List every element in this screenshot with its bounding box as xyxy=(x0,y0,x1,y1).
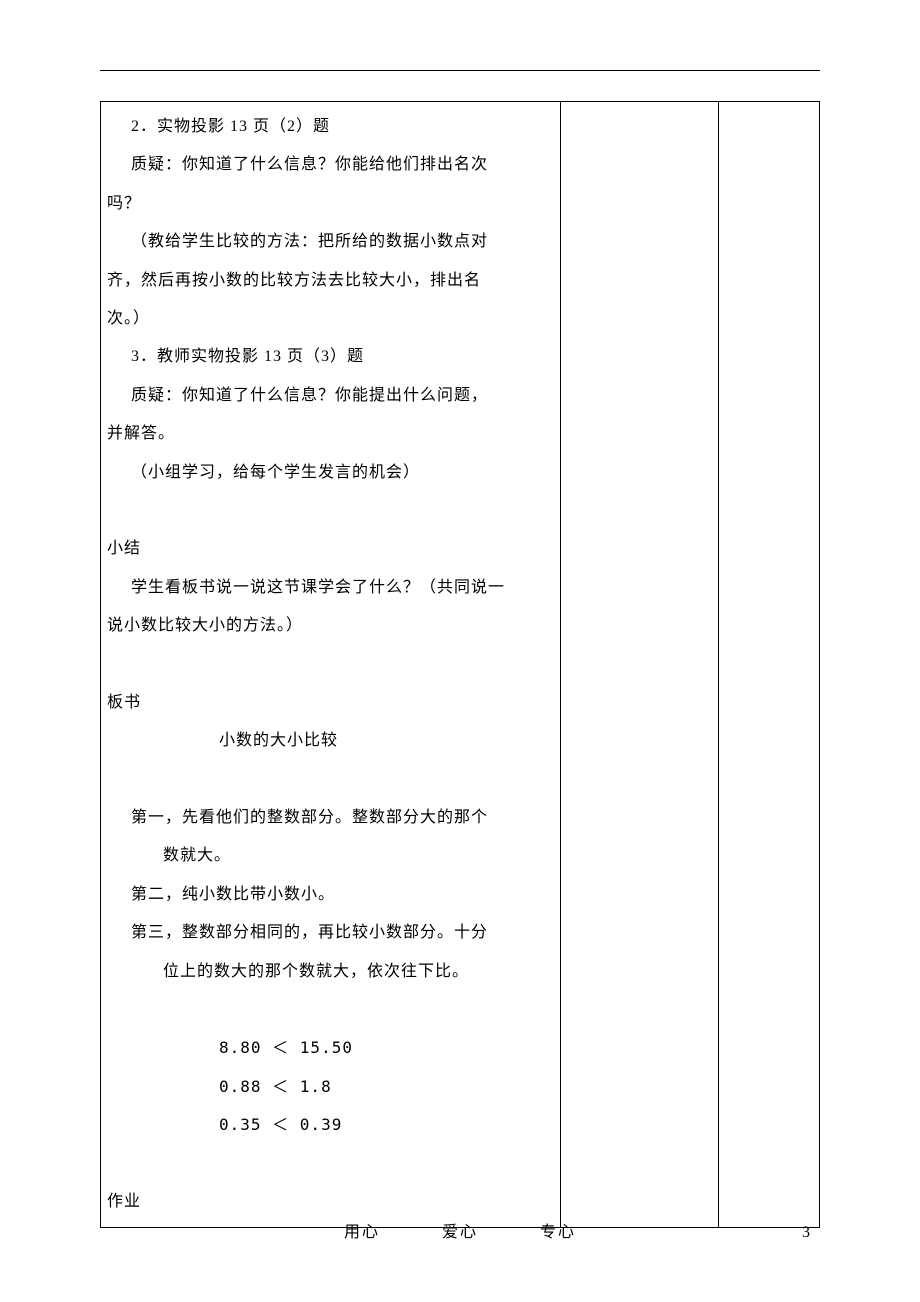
text-line: 第二，纯小数比带小数小。 xyxy=(107,876,554,914)
text-line: 0.35 ＜ 0.39 xyxy=(107,1106,554,1144)
document-page: 2．实物投影 13 页（2）题质疑：你知道了什么信息？你能给他们排出名次吗？（教… xyxy=(0,0,920,1228)
text-line: 第一，先看他们的整数部分。整数部分大的那个 xyxy=(107,799,554,837)
text-line xyxy=(107,761,554,799)
top-rule xyxy=(100,70,820,71)
table-row: 2．实物投影 13 页（2）题质疑：你知道了什么信息？你能给他们排出名次吗？（教… xyxy=(101,102,820,1228)
text-line: （小组学习，给每个学生发言的机会） xyxy=(107,454,554,492)
text-line xyxy=(107,492,554,530)
text-line: 质疑：你知道了什么信息？你能给他们排出名次 xyxy=(107,146,554,184)
footer-motto: 用心 爱心 专心 xyxy=(316,1218,604,1242)
text-line: 学生看板书说一说这节课学会了什么？（共同说一 xyxy=(107,569,554,607)
text-line: 齐，然后再按小数的比较方法去比较大小，排出名 xyxy=(107,262,554,300)
text-line: 数就大。 xyxy=(107,837,554,875)
text-line: 说小数比较大小的方法。） xyxy=(107,607,554,645)
text-line xyxy=(107,645,554,683)
text-line: 作业 xyxy=(107,1183,554,1221)
text-line xyxy=(107,991,554,1029)
text-line: 小数的大小比较 xyxy=(107,722,554,760)
main-content-cell: 2．实物投影 13 页（2）题质疑：你知道了什么信息？你能给他们排出名次吗？（教… xyxy=(101,102,561,1228)
text-line: 小结 xyxy=(107,530,554,568)
text-line xyxy=(107,1145,554,1183)
footer-word-1: 用心 xyxy=(344,1224,380,1241)
text-line: （教给学生比较的方法：把所给的数据小数点对 xyxy=(107,223,554,261)
page-footer: 用心 爱心 专心 xyxy=(0,1218,920,1242)
text-line: 0.88 ＜ 1.8 xyxy=(107,1068,554,1106)
text-line: 第三，整数部分相同的，再比较小数部分。十分 xyxy=(107,914,554,952)
text-line: 次。） xyxy=(107,300,554,338)
footer-word-2: 爱心 xyxy=(442,1224,478,1241)
text-line: 3．教师实物投影 13 页（3）题 xyxy=(107,338,554,376)
right-empty-cell xyxy=(719,102,820,1228)
text-line: 质疑：你知道了什么信息？你能提出什么问题， xyxy=(107,377,554,415)
text-line: 8.80 ＜ 15.50 xyxy=(107,1029,554,1067)
layout-table: 2．实物投影 13 页（2）题质疑：你知道了什么信息？你能给他们排出名次吗？（教… xyxy=(100,101,820,1228)
text-line: 吗？ xyxy=(107,185,554,223)
middle-empty-cell xyxy=(561,102,719,1228)
text-line: 位上的数大的那个数就大，依次往下比。 xyxy=(107,953,554,991)
footer-word-3: 专心 xyxy=(540,1224,576,1241)
text-line: 板书 xyxy=(107,684,554,722)
lesson-text: 2．实物投影 13 页（2）题质疑：你知道了什么信息？你能给他们排出名次吗？（教… xyxy=(105,108,556,1221)
text-line: 并解答。 xyxy=(107,415,554,453)
text-line: 2．实物投影 13 页（2）题 xyxy=(107,108,554,146)
page-number: 3 xyxy=(802,1224,810,1242)
